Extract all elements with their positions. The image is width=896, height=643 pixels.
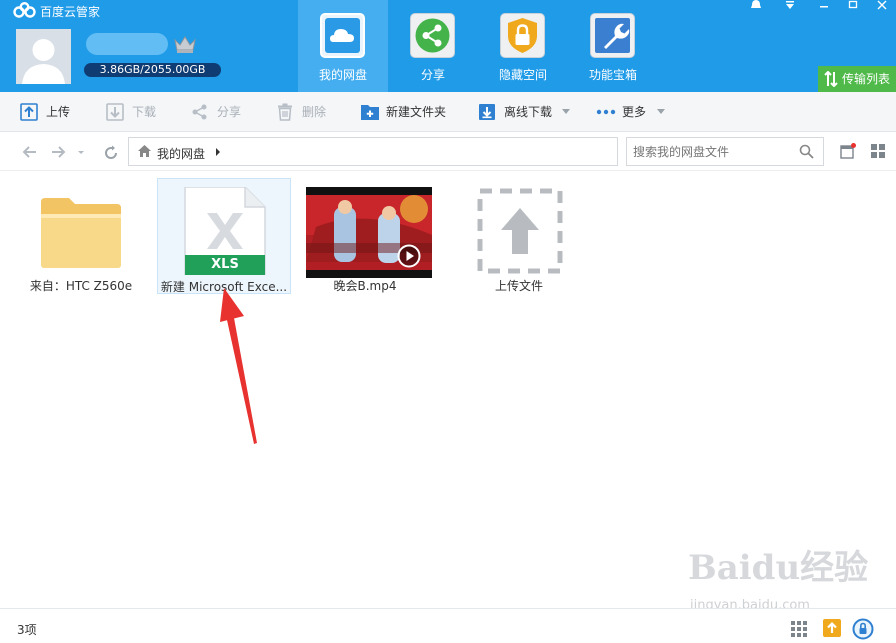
toolbar: 上传 下载 分享 删除 新建文件夹 离线下载 更多 [0,92,896,132]
history-dropdown-icon[interactable] [76,145,86,161]
red-arrow-annotation [220,288,257,444]
more-dots-icon [596,109,616,115]
download-button[interactable]: 下载 [106,92,166,132]
chevron-right-icon[interactable] [215,147,221,157]
upload-label: 上传 [46,105,71,119]
file-name: 上传文件 [494,279,543,293]
transfer-list-button[interactable]: 传输列表 [818,66,896,92]
menu-dropdown-icon[interactable] [780,0,800,12]
maximize-icon[interactable] [843,0,863,12]
tab-label: 我的网盘 [318,68,367,82]
minimize-icon[interactable] [814,0,834,12]
share-label: 分享 [217,105,242,119]
more-label: 更多 [622,105,647,119]
more-button[interactable]: 更多 [596,92,668,132]
new-folder-button[interactable]: 新建文件夹 [360,92,456,132]
share-button[interactable]: 分享 [191,92,251,132]
storage-quota: 3.86GB/2055.00GB [84,63,221,77]
tab-label: 分享 [420,68,445,82]
search-input[interactable] [633,143,793,161]
refresh-icon[interactable] [102,145,120,161]
new-folder-label: 新建文件夹 [386,105,447,119]
breadcrumb[interactable]: 我的网盘 [128,137,618,166]
cloud-icon [320,13,365,58]
xls-badge: XLS [211,257,239,272]
upload-file-tile[interactable]: 上传文件 [452,178,586,294]
upload-placeholder-icon [477,188,563,274]
status-bar: 3项 [0,608,896,642]
file-name: 来自：HTC Z560e [29,279,133,293]
file-item-video[interactable]: 晚会B.mp4 [298,178,432,294]
tab-my-netdisk[interactable]: 我的网盘 [298,0,388,92]
grid-view-icon[interactable] [870,143,886,159]
transfer-list-label: 传输列表 [842,72,891,86]
title-bar: 百度云管家 3.86GB/2055.00GB 我的网盘 分享 隐藏空间 功能宝箱 [0,0,896,92]
forward-arrow-icon[interactable] [50,145,68,161]
file-item-xls[interactable]: XLS 新建 Microsoft Exce... [157,178,291,294]
offline-download-icon [479,104,495,120]
upload-status-icon[interactable] [822,618,842,638]
home-icon[interactable] [137,144,152,158]
trash-icon [278,103,292,121]
wrench-icon [590,13,635,58]
tab-toolbox[interactable]: 功能宝箱 [568,0,658,92]
notification-icon[interactable] [746,0,766,12]
new-folder-icon [361,105,379,120]
delete-label: 删除 [302,105,327,119]
close-icon[interactable] [872,0,892,12]
lock-icon [500,13,545,58]
security-status-icon[interactable] [852,618,874,640]
file-name: 晚会B.mp4 [333,279,397,293]
search-box [626,137,824,166]
delete-button[interactable]: 删除 [276,92,336,132]
transfer-icon [824,71,838,87]
chevron-down-icon [657,109,665,114]
offline-download-button[interactable]: 离线下载 [478,92,573,132]
apps-grid-icon[interactable] [790,618,810,638]
download-label: 下载 [132,105,157,119]
app-title: 百度云管家 [40,5,101,19]
upload-button[interactable]: 上传 [20,92,80,132]
play-icon[interactable] [397,244,421,268]
crown-icon[interactable] [173,34,197,54]
folder-icon [41,198,121,268]
tab-hidden-space[interactable]: 隐藏空间 [478,0,568,92]
list-view-icon[interactable] [840,143,856,159]
tab-label: 隐藏空间 [498,68,547,82]
baidu-cloud-logo-icon [13,2,36,18]
tab-label: 功能宝箱 [588,68,637,82]
chevron-down-icon [562,109,570,114]
item-count: 3项 [17,623,37,637]
watermark-logo: Baidu经验 [688,548,869,588]
share-icon [410,13,455,58]
avatar[interactable] [16,29,71,84]
download-icon [106,103,124,121]
upload-icon [20,103,38,121]
video-thumbnail [306,187,432,278]
file-item-folder[interactable]: 来自：HTC Z560e [14,178,148,294]
offline-download-label: 离线下载 [504,105,553,119]
username-blurred [86,33,168,55]
breadcrumb-item[interactable]: 我的网盘 [157,145,205,162]
share-small-icon [192,104,207,120]
back-arrow-icon[interactable] [20,145,38,161]
tab-share[interactable]: 分享 [388,0,478,92]
search-icon[interactable] [799,144,814,159]
